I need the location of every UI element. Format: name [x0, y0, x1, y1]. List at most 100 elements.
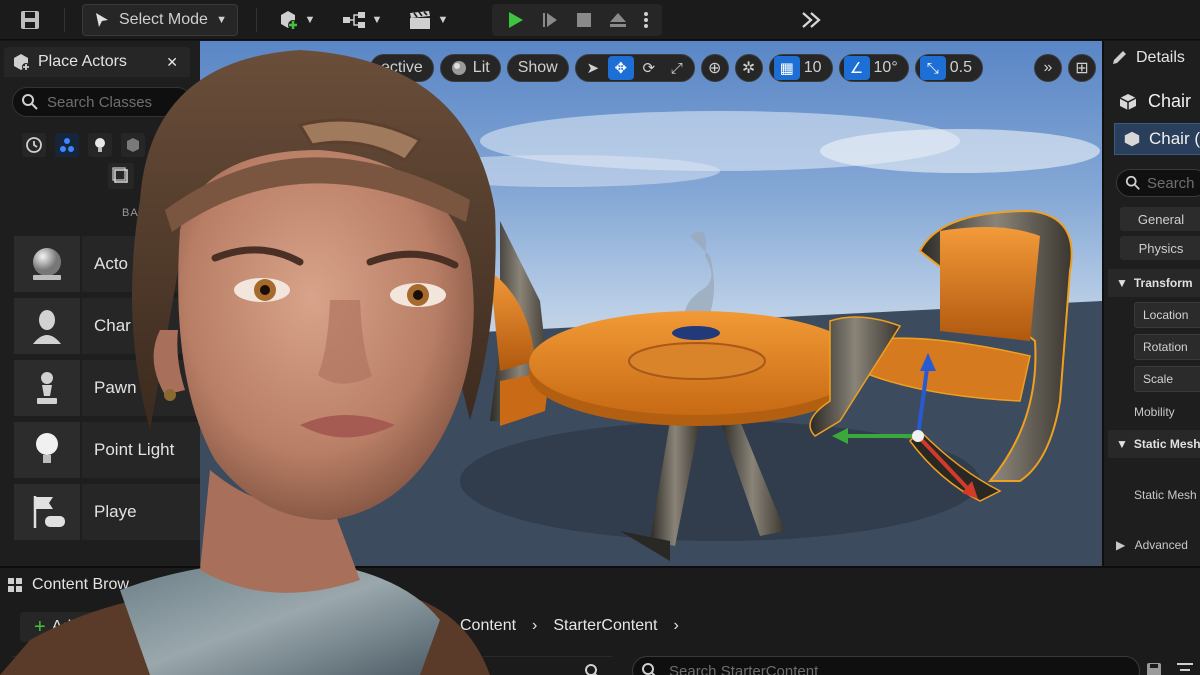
details-search-placeholder: Search	[1147, 174, 1195, 192]
scale-snap-toggle[interactable]: ⤡ 0.5	[914, 54, 983, 82]
place-actors-icon	[14, 54, 30, 71]
details-panel: Details Chair Chair (I Search General Ph…	[1102, 41, 1200, 566]
close-icon[interactable]: ✕	[166, 54, 178, 71]
character-icon	[14, 298, 80, 354]
place-actors-title: Place Actors	[38, 53, 127, 70]
add-actor-button[interactable]: ▼	[270, 4, 322, 36]
rotation-dropdown[interactable]: Rotation	[1134, 334, 1200, 360]
viewport-layout-icon[interactable]: ⊞	[1068, 54, 1096, 82]
select-mode-label: Select Mode	[119, 11, 208, 28]
play-icon[interactable]	[505, 10, 525, 30]
viewport-toolbar: ective Lit Show ➤ ✥ ⟳ ⤢ ⊕ ✲ ▦ 10 ∠ 10° ⤡…	[370, 53, 983, 83]
more-options-icon[interactable]	[643, 10, 649, 30]
cinematics-button[interactable]: ▼	[402, 4, 454, 36]
content-browser-icon	[8, 578, 22, 592]
perspective-label: ective	[381, 59, 423, 76]
static-mesh-section[interactable]: ▼ Static Mesh	[1108, 430, 1200, 458]
rotation-snap-toggle[interactable]: ∠ 10°	[838, 54, 909, 82]
actor-item-character[interactable]: Char	[14, 298, 200, 354]
category-label: BAS	[122, 207, 148, 219]
rotation-snap-value: 10°	[873, 59, 898, 76]
actor-item-point-light[interactable]: Point Light	[14, 422, 200, 478]
component-row[interactable]: Chair (I	[1114, 123, 1200, 155]
search-classes-input[interactable]: Search Classes	[12, 87, 192, 117]
select-cursor-icon[interactable]: ➤	[580, 56, 606, 80]
filter-physics[interactable]: Physics	[1120, 236, 1200, 260]
show-button[interactable]: Show	[506, 54, 569, 82]
collapse-arrow-icon: ▼	[1116, 437, 1128, 451]
breadcrumb-content[interactable]: Content	[460, 617, 516, 635]
content-search-input[interactable]: Search StarterContent	[632, 656, 1140, 675]
filter-general[interactable]: General	[1120, 207, 1200, 231]
save-icon[interactable]	[18, 8, 42, 32]
breadcrumb-startercontent[interactable]: StarterContent	[553, 617, 657, 635]
grid-snap-value: 10	[803, 59, 822, 76]
plus-icon: +	[34, 615, 46, 638]
grid-snap-toggle[interactable]: ▦ 10	[768, 54, 833, 82]
stop-icon[interactable]	[575, 11, 593, 29]
eject-icon[interactable]	[608, 11, 628, 29]
viewport-more-icon[interactable]: »	[1034, 54, 1062, 82]
blueprint-button[interactable]: ▼	[336, 4, 388, 36]
recent-clock-icon[interactable]	[22, 133, 46, 157]
blueprint-icon	[342, 12, 365, 28]
content-browser-tab[interactable]: Content Brow	[6, 576, 129, 594]
translate-icon[interactable]: ✥	[607, 56, 634, 80]
world-space-icon[interactable]: ⊕	[700, 54, 729, 82]
select-mode-dropdown[interactable]: Select Mode ▼	[82, 4, 238, 36]
search-icon[interactable]	[584, 663, 602, 675]
actor-item-pawn[interactable]: Pawn	[14, 360, 200, 416]
chevron-down-icon: ▼	[371, 14, 383, 26]
mobility-label: Mobility	[1134, 405, 1175, 419]
scale-dropdown[interactable]: Scale	[1134, 366, 1200, 392]
basic-shapes-icon[interactable]	[55, 133, 79, 157]
actor-name: Chair	[1148, 91, 1192, 111]
scale-icon[interactable]: ⤢	[664, 56, 690, 80]
details-tab[interactable]: Details	[1110, 49, 1185, 67]
shapes-cube-icon[interactable]	[121, 133, 145, 157]
filter-icon[interactable]	[1176, 662, 1194, 675]
actor-item-actor[interactable]: Acto	[14, 236, 200, 292]
level-viewport[interactable]: ective Lit Show ➤ ✥ ⟳ ⤢ ⊕ ✲ ▦ 10 ∠ 10° ⤡…	[200, 41, 1102, 566]
component-name: Chair (I	[1149, 129, 1200, 148]
rotate-icon[interactable]: ⟳	[636, 56, 662, 80]
cinematics-icon	[409, 11, 430, 29]
lights-bulb-icon[interactable]	[88, 133, 112, 157]
content-browser: Content Brow + Add Content › StarterCont…	[0, 566, 1200, 675]
advanced-row[interactable]: ▶ Advanced	[1116, 538, 1188, 552]
place-actors-tab[interactable]: Place Actors ✕	[4, 47, 190, 77]
chevron-down-icon: ▼	[304, 14, 316, 26]
search-icon	[642, 663, 656, 675]
advance-frame-icon[interactable]	[540, 10, 560, 30]
location-dropdown[interactable]: Location	[1134, 302, 1200, 328]
surface-snap-icon[interactable]: ✲	[734, 54, 763, 82]
actor-list: Acto Char Pawn Point Light Playe	[14, 236, 200, 546]
actor-sphere-icon	[14, 236, 80, 292]
actor-item-label: Char	[82, 298, 200, 354]
collapse-arrow-icon: ▼	[1116, 276, 1128, 290]
content-browser-title: Content Brow	[32, 576, 129, 593]
save-search-icon[interactable]	[1146, 662, 1162, 675]
rotation-label: Rotation	[1143, 340, 1188, 354]
viewport-right-controls: » ⊞	[1034, 53, 1096, 83]
filter-physics-label: Physics	[1138, 240, 1184, 256]
chevron-right-icon: ›	[673, 617, 679, 634]
chevron-right-icon: ›	[532, 617, 538, 634]
expand-toolbar-icon[interactable]	[796, 4, 826, 36]
static-mesh-icon	[1124, 131, 1140, 147]
actor-category-tabs	[22, 133, 145, 157]
lit-button[interactable]: Lit	[439, 54, 501, 82]
pawn-icon	[14, 360, 80, 416]
add-actor-icon	[280, 11, 298, 30]
transform-section[interactable]: ▼ Transform	[1108, 269, 1200, 297]
place-actors-panel: Place Actors ✕ Search Classes BAS Acto C…	[0, 41, 200, 566]
volumes-icon[interactable]	[108, 163, 134, 189]
details-search-input[interactable]: Search	[1116, 169, 1200, 197]
add-button[interactable]: + Add	[20, 612, 110, 642]
filter-general-label: General	[1137, 211, 1185, 227]
static-mesh-section-label: Static Mesh	[1133, 437, 1200, 451]
actor-item-player-start[interactable]: Playe	[14, 484, 200, 540]
perspective-button[interactable]: ective	[370, 54, 434, 82]
selected-actor-header: Chair	[1118, 91, 1191, 112]
point-light-icon	[14, 422, 80, 478]
